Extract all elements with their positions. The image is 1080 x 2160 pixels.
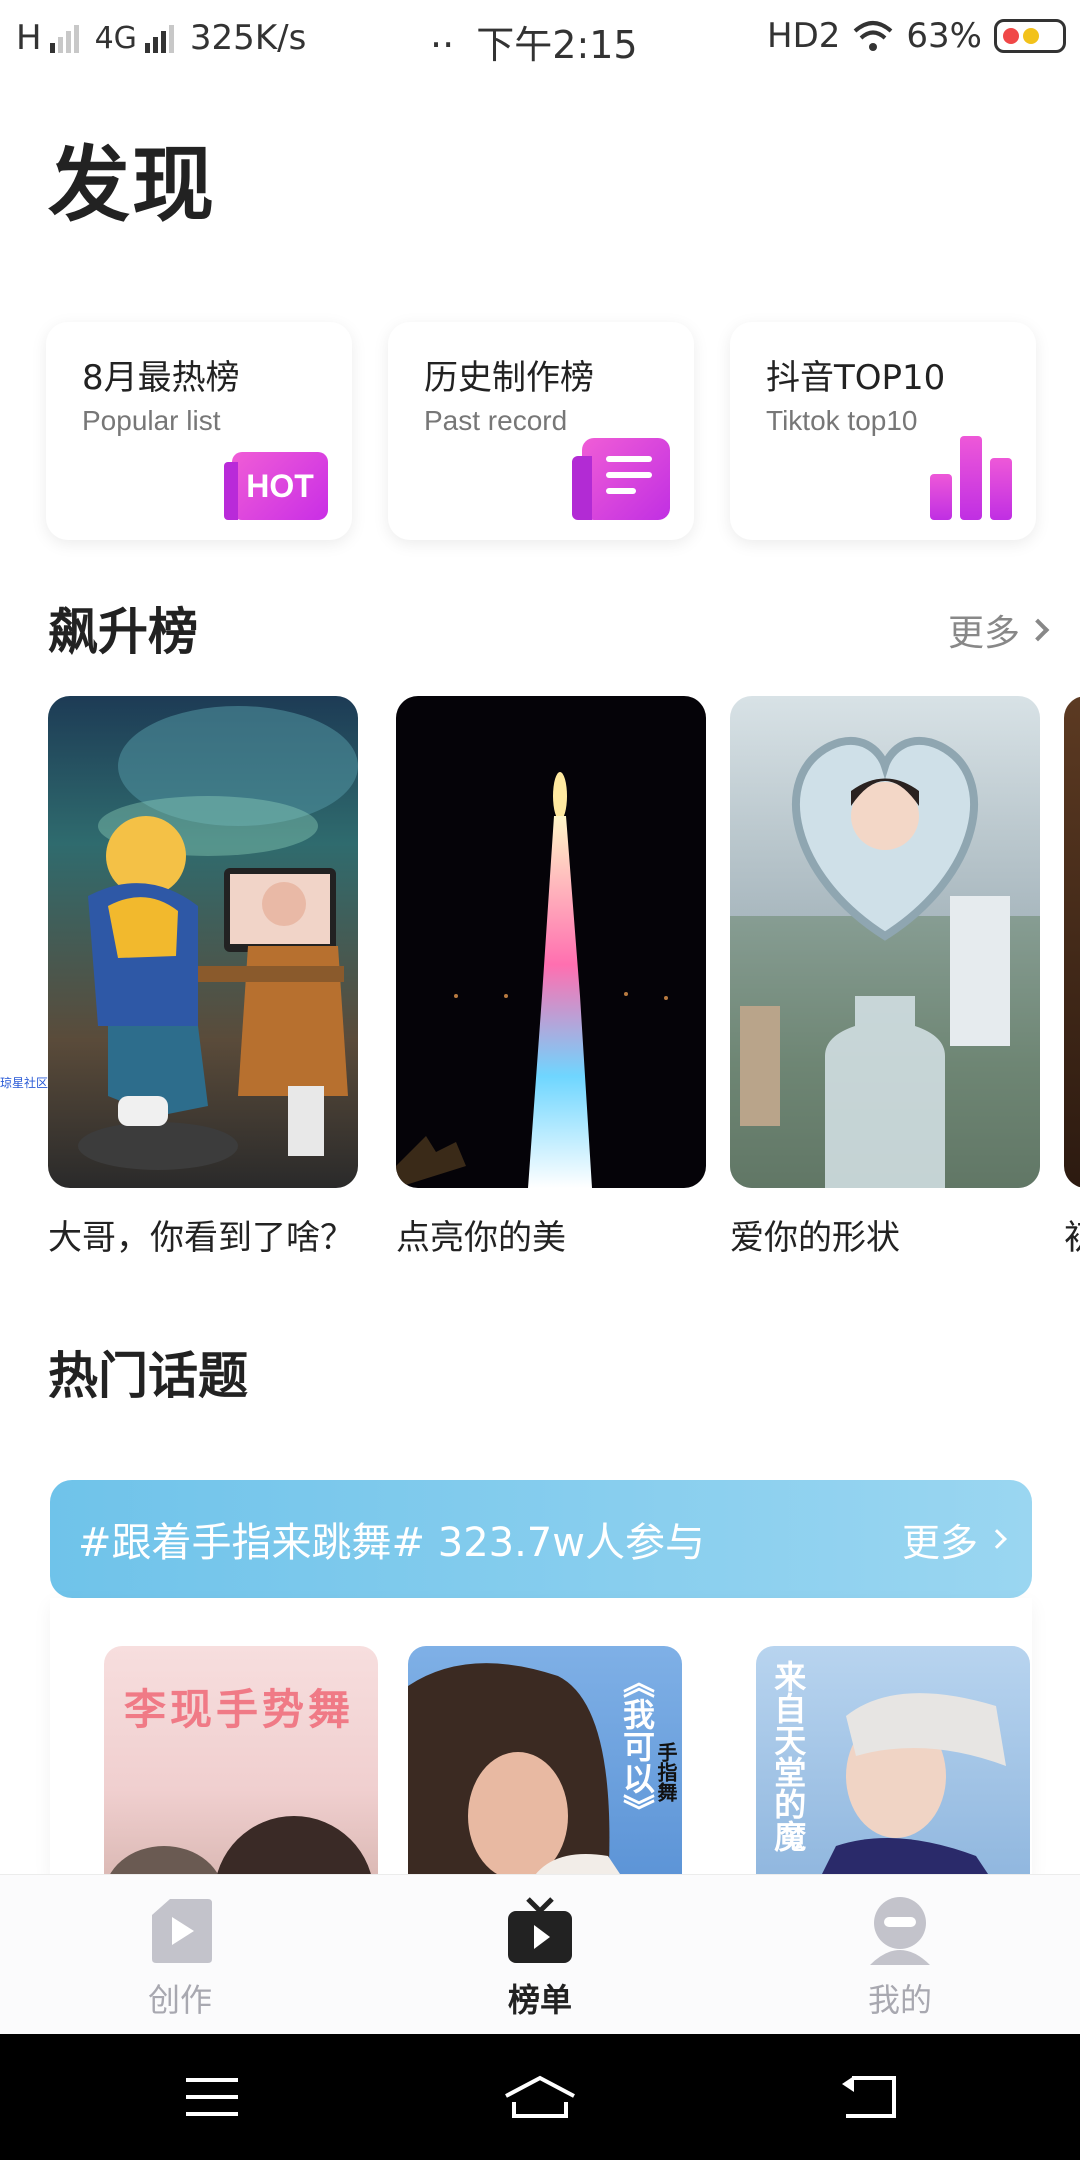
tab-create[interactable]: 创作 <box>100 1895 260 2021</box>
hot-badge: HOT <box>224 452 328 520</box>
tab-label: 我的 <box>867 1981 932 2019</box>
hot-topics-title: 热门话题 <box>48 1347 248 1405</box>
video-thumbnail <box>48 696 358 1188</box>
tab-label: 榜单 <box>507 1981 572 2019</box>
video-thumbnail <box>1064 696 1080 1188</box>
wifi-icon <box>854 21 893 51</box>
side-watermark-text: 琼星社区 <box>0 1076 49 1090</box>
menu-icon[interactable] <box>182 2074 242 2120</box>
rising-section-title: 飙升榜 <box>48 603 198 661</box>
card-past-record[interactable]: 历史制作榜 Past record <box>388 322 694 540</box>
status-center: ·· 下午2:15 <box>430 14 638 69</box>
rising-item[interactable]: 点亮你的美 <box>396 696 706 1256</box>
video-caption: 初 <box>1064 1210 1080 1256</box>
more-label: 更多 <box>901 1520 978 1565</box>
heart-illustration <box>730 737 1040 1188</box>
hd-label: HD2 <box>767 16 841 56</box>
clock: 下午2:15 <box>476 23 638 67</box>
carrier-label: H <box>16 18 42 58</box>
thumb-subtitle: 手指舞 <box>654 1742 678 1802</box>
signal-icon-2 <box>144 23 174 53</box>
card-title: 8月最热榜 <box>82 358 240 398</box>
network-speed: 325K/s <box>189 18 307 58</box>
tab-label: 创作 <box>147 1981 212 2019</box>
couple-illustration <box>105 1816 374 1886</box>
girl-illustration <box>816 1693 1006 1886</box>
bottom-tab-bar: 创作 榜单 我的 <box>0 1874 1080 2034</box>
video-thumbnail <box>730 696 1040 1188</box>
play-video-icon <box>146 1895 214 1965</box>
rising-list: 大哥，你看到了啥？ 点亮你的美 爱你的形状 <box>0 696 1080 1256</box>
video-caption: 爱你的形状 <box>730 1218 900 1256</box>
gamer-illustration <box>78 706 358 1170</box>
card-subtitle: Past record <box>424 405 568 436</box>
topic-banner[interactable]: #跟着手指来跳舞# 323.7w人参与 更多 <box>50 1480 1032 1598</box>
system-navigation-bar <box>0 2034 1080 2160</box>
battery-icon <box>994 19 1066 53</box>
card-title: 历史制作榜 <box>424 358 594 398</box>
video-thumbnail <box>396 696 706 1188</box>
card-tiktok-top10[interactable]: 抖音TOP10 Tiktok top10 <box>730 322 1036 540</box>
status-bar: H 4G 325K/s ·· 下午2:15 HD2 63% <box>0 0 1080 78</box>
more-label: 更多 <box>947 613 1020 654</box>
rising-item[interactable]: 初 <box>1064 696 1080 1256</box>
video-caption: 大哥，你看到了啥？ <box>48 1218 354 1256</box>
tab-rankings[interactable]: 榜单 <box>460 1895 620 2021</box>
bar-chart-icon <box>930 432 1012 520</box>
battery-percent: 63% <box>906 16 982 56</box>
rising-item[interactable]: 爱你的形状 <box>730 696 1040 1256</box>
topic-more-link[interactable]: 更多 <box>901 1512 1007 1567</box>
category-cards: 8月最热榜 Popular list HOT 历史制作榜 Past record… <box>46 322 1036 540</box>
topic-video-thumbnail[interactable]: 来自天堂的魔 手 <box>756 1646 1030 1886</box>
status-left: H 4G 325K/s <box>16 18 306 58</box>
tv-icon <box>506 1895 574 1965</box>
tower-illustration <box>396 772 668 1188</box>
card-subtitle: Popular list <box>82 405 221 436</box>
rising-item[interactable]: 大哥，你看到了啥？ <box>48 696 358 1256</box>
chevron-right-icon <box>987 1529 1007 1549</box>
home-icon[interactable] <box>502 2074 578 2120</box>
topic-video-panel: 李现手势舞 《我可以》 手指舞 来自天堂的魔 手 <box>50 1598 1032 1886</box>
network-label: 4G <box>94 20 137 56</box>
rising-more-link[interactable]: 更多 <box>947 604 1050 656</box>
status-right: HD2 63% <box>767 16 1066 56</box>
tab-mine[interactable]: 我的 <box>820 1895 980 2021</box>
card-title: 抖音TOP10 <box>766 358 946 398</box>
topic-banner-text: #跟着手指来跳舞# 323.7w人参与 <box>78 1520 705 1566</box>
card-popular-list[interactable]: 8月最热榜 Popular list HOT <box>46 322 352 540</box>
hot-badge-icon: HOT <box>224 452 328 520</box>
signal-icon <box>49 23 79 53</box>
back-icon[interactable] <box>838 2074 898 2120</box>
status-dots: ·· <box>430 23 455 67</box>
topic-video-thumbnail[interactable]: 李现手势舞 <box>104 1646 378 1886</box>
video-caption: 点亮你的美 <box>396 1218 566 1256</box>
chevron-right-icon <box>1026 618 1050 642</box>
topic-video-thumbnail[interactable]: 《我可以》 手指舞 <box>408 1646 682 1886</box>
profile-icon <box>866 1895 934 1965</box>
page-title: 发现 <box>48 138 217 233</box>
document-icon <box>572 438 670 520</box>
